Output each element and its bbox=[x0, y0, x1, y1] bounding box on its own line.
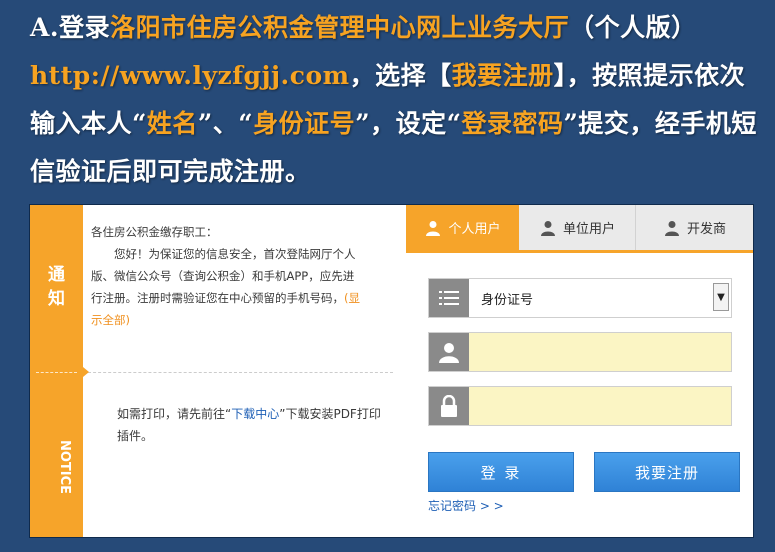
login-screenshot: 通知 NOTICE 各住房公积金缴存职工： 您好！为保证您的信息安全，首次登陆网… bbox=[29, 204, 754, 538]
tab-developer[interactable]: 开发商 bbox=[636, 205, 753, 250]
print-notice: 如需打印，请先前往“下载中心”下载安装PDF打印插件。 bbox=[117, 403, 387, 447]
notice-panel: 各住房公积金缴存职工： 您好！为保证您的信息安全，首次登陆网厅个人版、微信公众号… bbox=[83, 205, 411, 537]
unit-user-icon bbox=[540, 220, 555, 236]
notice-content: 各住房公积金缴存职工： 您好！为保证您的信息安全，首次登陆网厅个人版、微信公众号… bbox=[91, 221, 363, 331]
notice-side-tab: 通知 NOTICE bbox=[30, 205, 83, 537]
password-field[interactable] bbox=[428, 386, 732, 426]
zhi-char: 知 bbox=[48, 289, 65, 309]
lock-icon bbox=[441, 395, 457, 417]
site-url: http://www.lyzfgjj.com bbox=[30, 61, 350, 90]
notice-tab: NOTICE bbox=[30, 372, 83, 537]
notice-divider bbox=[83, 372, 393, 373]
login-form-panel: 个人用户 单位用户 开发商 身份证号 ▼ 登 录 我要注册 忘记密码 > > bbox=[406, 205, 753, 537]
tong-zhi-tab: 通知 bbox=[30, 205, 83, 372]
site-name: 洛阳市住房公积金管理中心网上业务大厅 bbox=[110, 13, 570, 42]
print-prefix: 如需打印，请先前往“ bbox=[117, 407, 232, 421]
register-label: 我要注册 bbox=[451, 61, 554, 90]
lock-icon-box bbox=[429, 387, 469, 425]
tab-unit-user-label: 单位用户 bbox=[562, 222, 615, 237]
edition-label: （个人版） bbox=[569, 13, 697, 42]
notice-body-text: 您好！为保证您的信息安全，首次登陆网厅个人版、微信公众号（查询公积金）和手机AP… bbox=[91, 247, 356, 305]
tab-developer-label: 开发商 bbox=[686, 222, 726, 237]
id-label: 身份证号 bbox=[253, 109, 356, 138]
list-icon bbox=[439, 291, 459, 305]
forgot-password-link[interactable]: 忘记密码 > > bbox=[428, 497, 504, 514]
notice-body: 您好！为保证您的信息安全，首次登陆网厅个人版、微信公众号（查询公积金）和手机AP… bbox=[91, 243, 363, 331]
id-number-field[interactable] bbox=[428, 332, 732, 372]
login-button[interactable]: 登 录 bbox=[428, 452, 574, 492]
separator-2: ”，设定“ bbox=[355, 109, 462, 138]
password-label: 登录密码 bbox=[461, 109, 564, 138]
separator-1: ”、“ bbox=[197, 109, 254, 138]
notice-label: NOTICE bbox=[57, 439, 72, 495]
user-type-tabs: 个人用户 单位用户 开发商 bbox=[406, 205, 753, 253]
user-icon-box bbox=[429, 333, 469, 371]
name-label: 姓名 bbox=[146, 109, 198, 138]
notice-arrow-icon bbox=[83, 367, 89, 377]
register-button[interactable]: 我要注册 bbox=[594, 452, 740, 492]
list-icon-box bbox=[429, 279, 469, 317]
id-type-value[interactable]: 身份证号 bbox=[469, 279, 731, 317]
tab-personal-user[interactable]: 个人用户 bbox=[406, 205, 519, 250]
id-type-select[interactable]: 身份证号 ▼ bbox=[428, 278, 732, 318]
developer-icon bbox=[664, 220, 679, 236]
user-icon bbox=[439, 343, 459, 363]
tong-zhi-label: 通知 bbox=[30, 263, 83, 311]
download-center-link[interactable]: 下载中心 bbox=[231, 407, 279, 421]
personal-user-icon bbox=[426, 220, 441, 236]
tab-unit-user[interactable]: 单位用户 bbox=[519, 205, 636, 250]
tab-personal-user-label: 个人用户 bbox=[448, 222, 501, 237]
chevron-down-icon[interactable]: ▼ bbox=[713, 283, 729, 311]
instruction-text: A.登录洛阳市住房公积金管理中心网上业务大厅（个人版） http://www.ly… bbox=[30, 4, 760, 196]
password-input[interactable] bbox=[469, 387, 731, 425]
id-number-input[interactable] bbox=[469, 333, 731, 371]
instruction-prefix: A.登录 bbox=[30, 13, 111, 42]
tong-char: 通 bbox=[48, 265, 65, 285]
notice-greeting: 各住房公积金缴存职工： bbox=[91, 225, 218, 239]
select-text: ，选择【 bbox=[349, 61, 452, 90]
